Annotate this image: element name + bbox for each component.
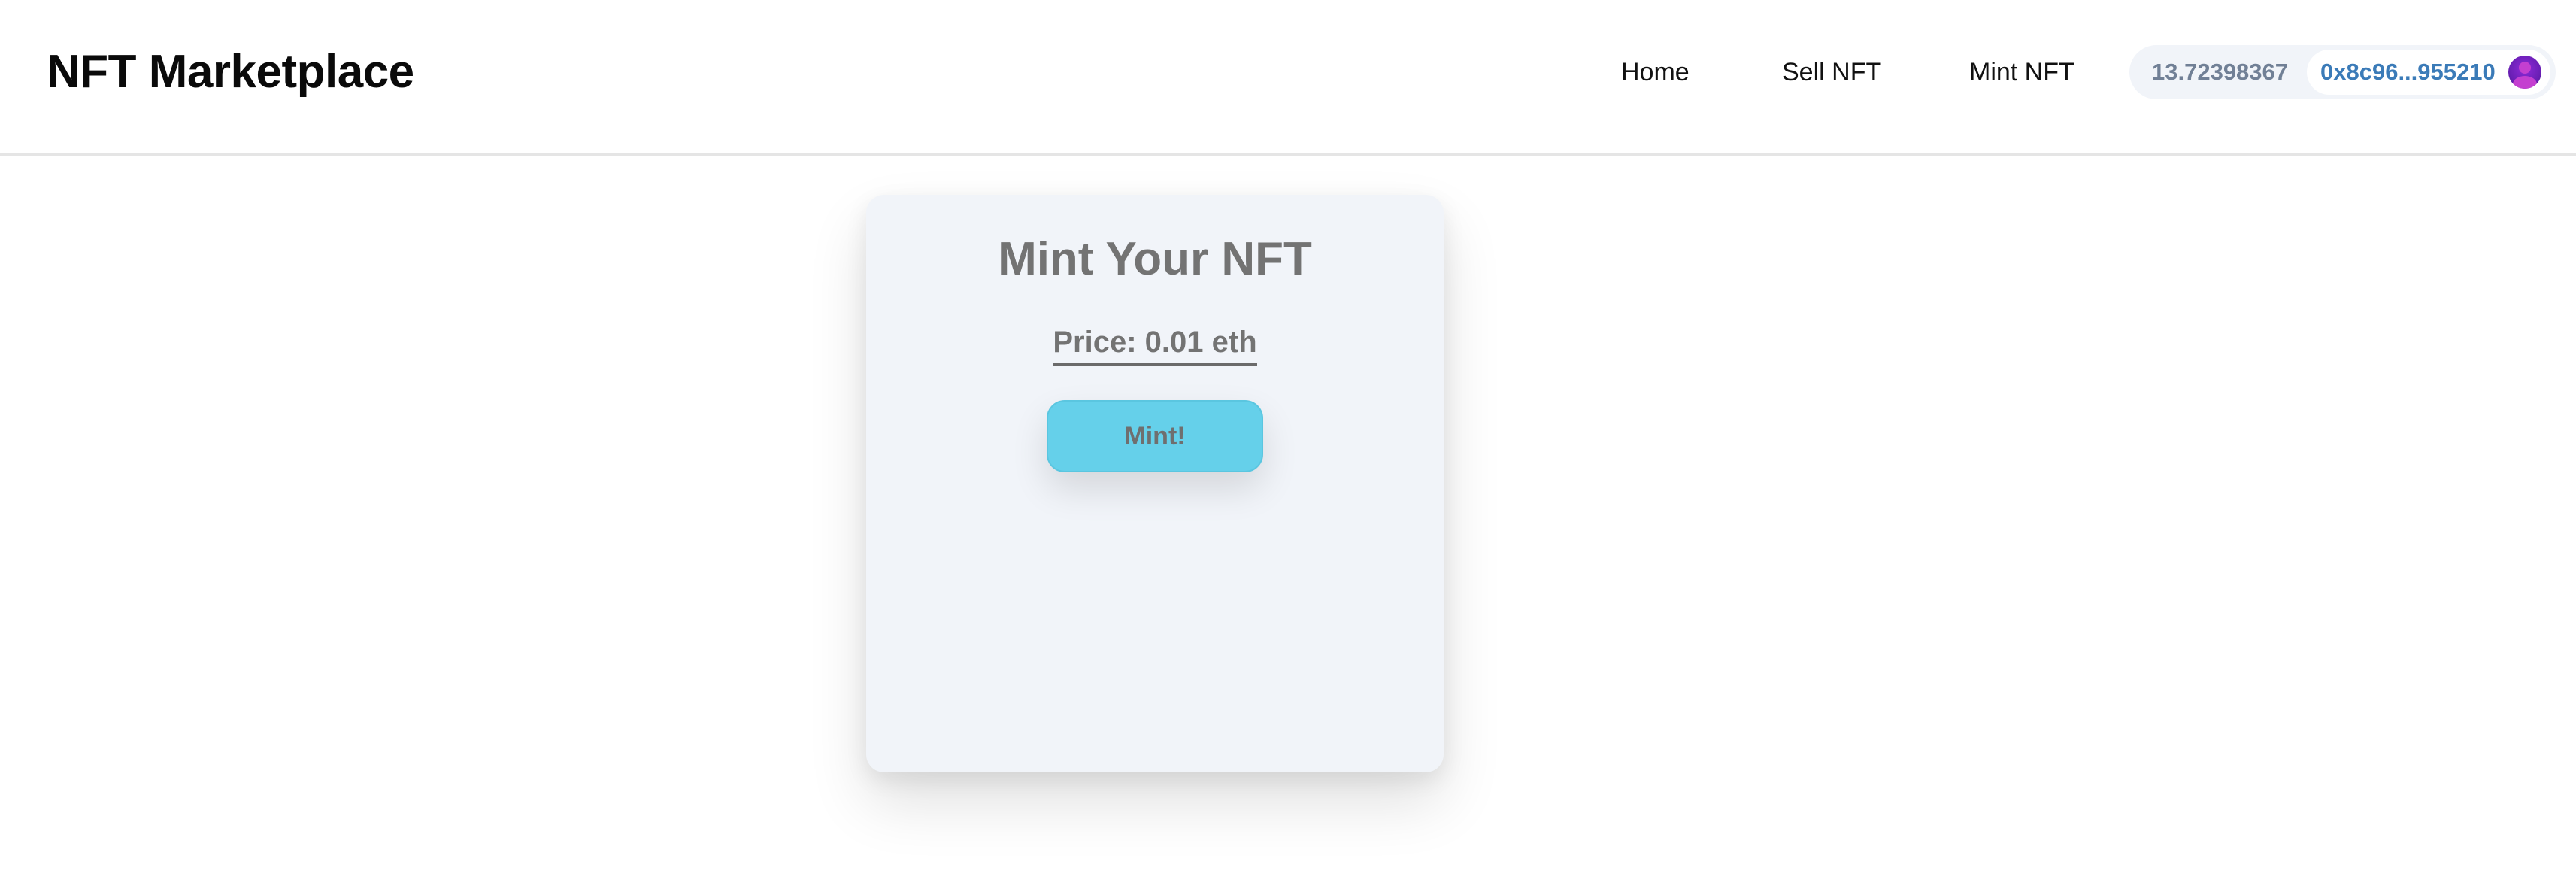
avatar-icon (2508, 56, 2541, 89)
wallet-address-pill[interactable]: 0x8c96...955210 (2307, 50, 2550, 95)
wallet-address: 0x8c96...955210 (2320, 59, 2496, 85)
price-row: Price: 0.01 eth (866, 323, 1444, 369)
mint-card-title: Mint Your NFT (998, 233, 1312, 285)
nav-link-mint-nft[interactable]: Mint NFT (1969, 56, 2074, 89)
mint-button[interactable]: Mint! (1047, 400, 1263, 472)
brand-title[interactable]: NFT Marketplace (47, 44, 414, 101)
nav-link-home[interactable]: Home (1621, 56, 1690, 89)
wallet-balance: 13.72398367 (2152, 59, 2289, 85)
nav-link-sell-nft[interactable]: Sell NFT (1782, 56, 1881, 89)
mint-card: Mint Your NFT Price: 0.01 eth Mint! (866, 195, 1444, 772)
top-navbar: NFT Marketplace Home Sell NFT Mint NFT 1… (0, 0, 2576, 156)
wallet-account-button[interactable]: 13.72398367 0x8c96...955210 (2129, 45, 2556, 99)
price-label: Price: 0.01 eth (1053, 323, 1257, 366)
